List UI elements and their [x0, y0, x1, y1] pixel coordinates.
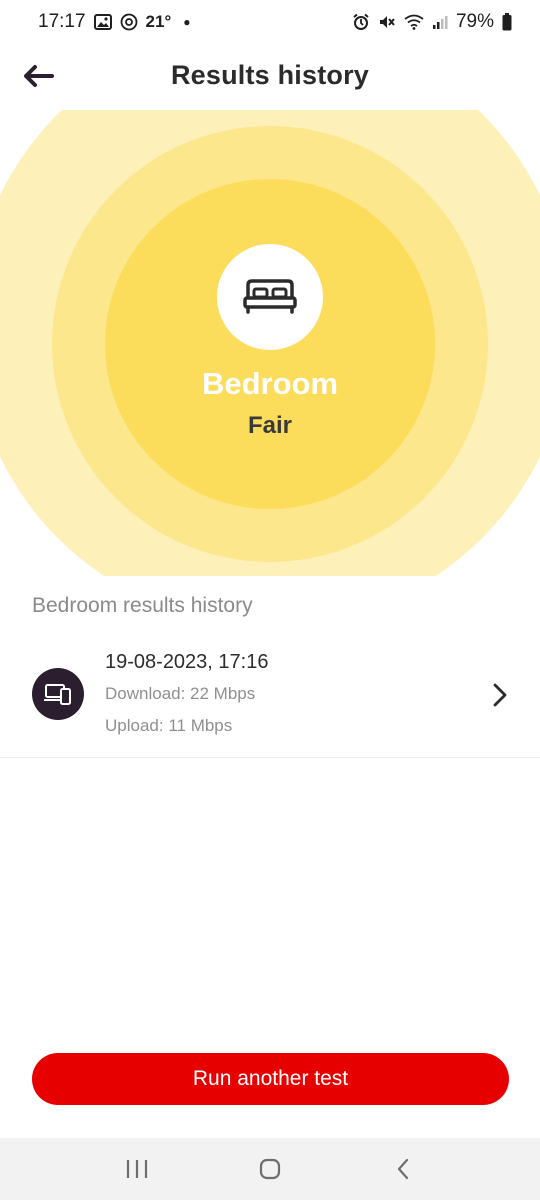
app-header: Results history	[0, 44, 540, 106]
status-bar: 17:17 21° ● 79%	[0, 0, 540, 44]
home-button[interactable]	[240, 1144, 300, 1194]
chevron-right-icon[interactable]	[490, 682, 510, 708]
history-list-item[interactable]: 19-08-2023, 17:16 Download: 22 Mbps Uplo…	[0, 640, 540, 758]
battery-icon	[502, 13, 512, 31]
chevron-left-icon	[398, 1158, 409, 1180]
history-item-upload: Upload: 11 Mbps	[105, 716, 233, 735]
back-button[interactable]	[18, 56, 58, 96]
home-icon	[259, 1158, 281, 1180]
alarm-icon	[352, 13, 370, 31]
status-temperature: 21°	[145, 12, 172, 31]
room-status-hero: Bedroom Fair	[0, 110, 540, 576]
notification-dot-icon: ●	[183, 15, 191, 29]
room-icon-badge	[217, 244, 323, 350]
data-saver-icon	[120, 13, 138, 31]
status-time: 17:17	[38, 11, 86, 32]
history-section-title: Bedroom results history	[32, 594, 253, 617]
history-item-datetime: 19-08-2023, 17:16	[105, 651, 269, 673]
system-navigation-bar	[0, 1138, 540, 1200]
system-back-button[interactable]	[373, 1144, 433, 1194]
bed-icon	[243, 279, 297, 314]
recent-apps-icon	[126, 1160, 147, 1178]
history-item-download: Download: 22 Mbps	[105, 684, 256, 703]
status-left: 17:17 21° ●	[38, 11, 191, 33]
status-right: 79%	[352, 11, 512, 33]
mute-icon	[378, 13, 396, 31]
recent-apps-button[interactable]	[107, 1144, 167, 1194]
wifi-icon	[404, 14, 424, 30]
devices-icon	[32, 668, 84, 720]
run-another-test-button[interactable]: Run another test	[32, 1053, 509, 1105]
page-title: Results history	[170, 59, 370, 90]
signal-icon	[432, 14, 448, 30]
status-battery: 79%	[455, 11, 494, 32]
gallery-icon	[93, 14, 112, 30]
room-name: Bedroom	[201, 366, 339, 401]
arrow-left-icon	[24, 65, 54, 87]
room-rating: Fair	[247, 412, 292, 439]
